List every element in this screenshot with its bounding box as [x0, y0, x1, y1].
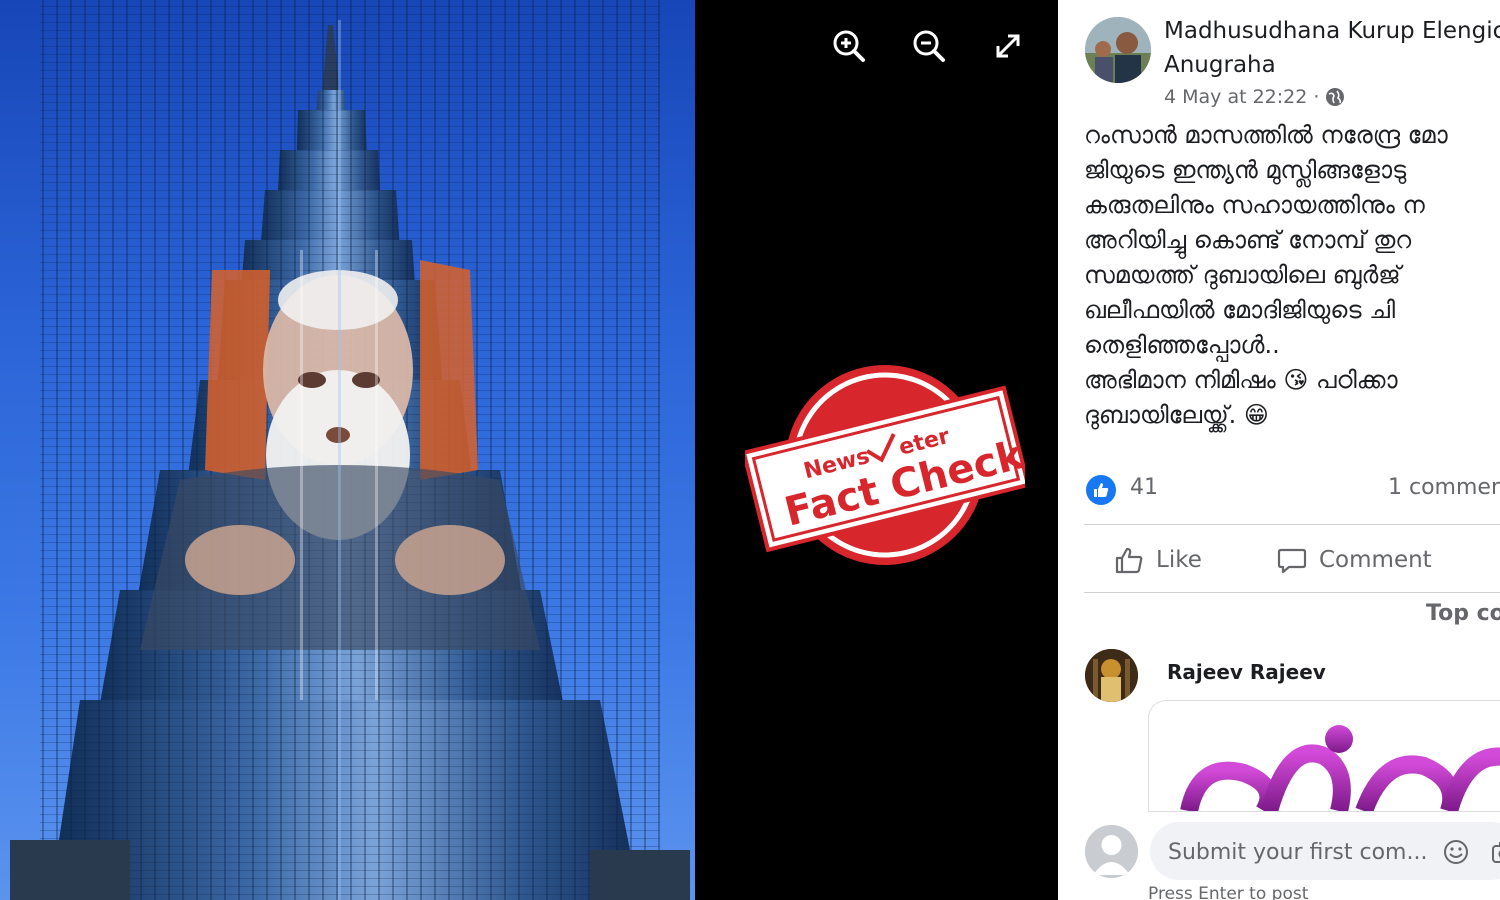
comment-image-attachment[interactable]: [1148, 700, 1500, 812]
like-count[interactable]: 41: [1130, 475, 1158, 500]
divider: [1084, 592, 1500, 593]
like-reaction-icon[interactable]: [1086, 475, 1116, 505]
commenter-avatar[interactable]: [1085, 649, 1138, 702]
comment-input[interactable]: [1166, 822, 1430, 882]
comment-bubble-icon: [1277, 548, 1307, 574]
burj-khalifa-image: [10, 0, 690, 900]
fact-check-stamp: News eter Fact Check: [741, 355, 1031, 575]
camera-icon[interactable]: [1490, 838, 1500, 866]
press-enter-hint: Press Enter to post: [1148, 884, 1309, 900]
zoom-in-button[interactable]: [829, 26, 869, 66]
post-text-line: ജിയുടെ ഇന്ത്യൻ മുസ്ലിങ്ങളോടു: [1084, 156, 1407, 184]
reactions-bar: 41 1 commen: [1084, 470, 1500, 510]
author-name-line1[interactable]: Madhusudhana Kurup Elengic: [1164, 14, 1500, 48]
author-avatar[interactable]: [1085, 17, 1151, 83]
zoom-out-icon: [913, 30, 945, 62]
post-text-line: ദുബായിലേയ്ക്ക്. 😁: [1084, 401, 1269, 429]
emoji-icon[interactable]: [1442, 838, 1470, 866]
comment-count[interactable]: 1 commen: [1388, 475, 1500, 500]
like-button[interactable]: Like: [1114, 538, 1202, 582]
expand-icon: [996, 34, 1020, 58]
commenter-name[interactable]: Rajeev Rajeev: [1167, 660, 1326, 684]
comment-composer[interactable]: [1150, 822, 1500, 882]
thumbs-up-icon: [1115, 547, 1143, 574]
globe-icon[interactable]: [1325, 87, 1345, 107]
zoom-out-button[interactable]: [909, 26, 949, 66]
post-text-line: കരുതലിനും സഹായത്തിനും ന: [1084, 191, 1425, 219]
post-photo[interactable]: [0, 0, 695, 900]
comment-label: Comment: [1319, 547, 1432, 573]
comment-button[interactable]: Comment: [1277, 538, 1432, 582]
post-text-line: സമയത്ത് ദുബായിലെ ബുർജ്: [1084, 261, 1401, 289]
zoom-in-icon: [833, 30, 865, 62]
divider: [1084, 524, 1500, 525]
fullscreen-button[interactable]: [988, 26, 1028, 66]
like-label: Like: [1156, 547, 1202, 573]
comment-sort-dropdown[interactable]: Top co: [1426, 601, 1500, 626]
post-text-line: റംസാൻ മാസത്തിൽ നരേന്ദ്ര മോ: [1084, 121, 1448, 149]
post-text: റംസാൻ മാസത്തിൽ നരേന്ദ്ര മോ ജിയുടെ ഇന്ത്യ…: [1084, 118, 1500, 433]
post-text-line: അഭിമാന നിമിഷം 😘 പഠിക്കാ: [1084, 366, 1398, 394]
post-text-line: തെളിഞ്ഞപ്പോൾ..: [1084, 331, 1280, 359]
meta-separator: ·: [1313, 86, 1320, 108]
post-text-line: ഖലീഫയിൽ മോദിജിയുടെ ചി: [1084, 296, 1396, 324]
author-name-line2[interactable]: Anugraha: [1164, 48, 1500, 82]
current-user-avatar: [1085, 825, 1138, 878]
post-timestamp[interactable]: 4 May at 22:22: [1164, 86, 1307, 108]
post-meta: 4 May at 22:22 ·: [1164, 86, 1345, 108]
author-name[interactable]: Madhusudhana Kurup Elengic Anugraha: [1164, 14, 1500, 82]
post-side-panel: Madhusudhana Kurup Elengic Anugraha 4 Ma…: [1058, 0, 1500, 900]
post-text-line: അറിയിച്ചു കൊണ്ട് നോമ്പ് തുറ: [1084, 226, 1412, 254]
